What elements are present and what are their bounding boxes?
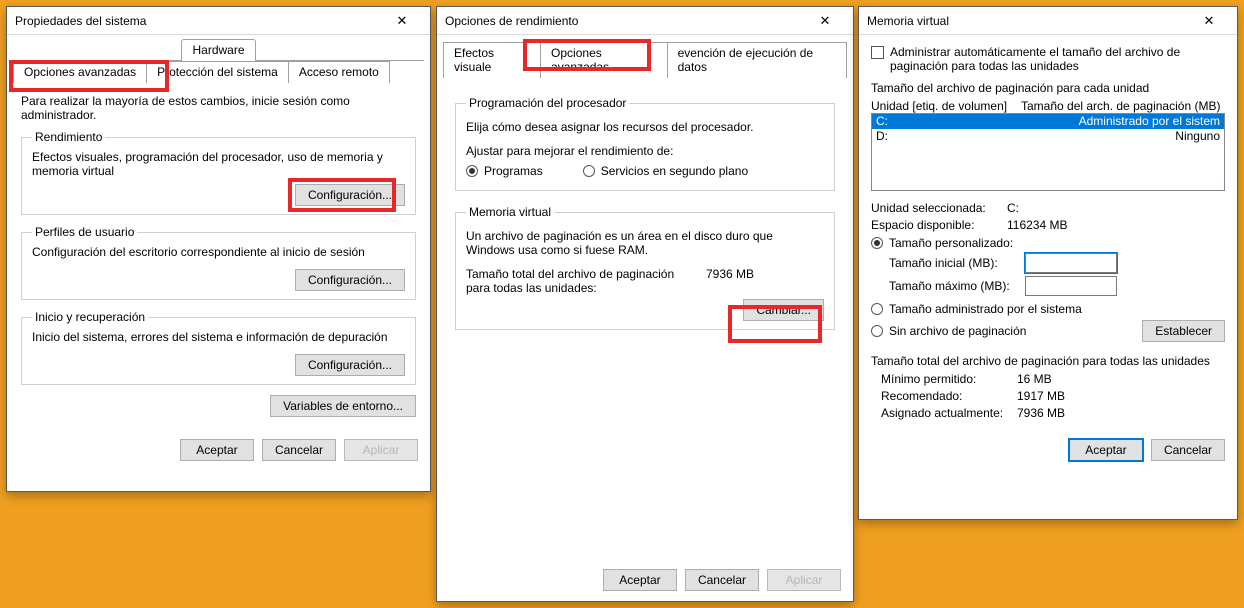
vmem-total-label: Tamaño total del archivo de paginación p…: [466, 267, 686, 295]
vmem-desc: Un archivo de paginación es un área en e…: [466, 229, 786, 257]
apply-button[interactable]: Aplicar: [767, 569, 841, 591]
titlebar-perfopt: Opciones de rendimiento ✕: [437, 7, 853, 35]
perf-config-button[interactable]: Configuración...: [295, 184, 405, 206]
legend-profiles: Perfiles de usuario: [32, 225, 137, 239]
admin-note: Para realizar la mayoría de estos cambio…: [21, 94, 416, 122]
title-text: Memoria virtual: [867, 14, 949, 28]
ok-button[interactable]: Aceptar: [603, 569, 677, 591]
max-size-input[interactable]: [1025, 276, 1117, 296]
radio-nopage-label: Sin archivo de paginación: [889, 324, 1026, 338]
radio-programs-label: Programas: [484, 164, 543, 178]
radio-services-label: Servicios en segundo plano: [601, 164, 748, 178]
max-size-label: Tamaño máximo (MB):: [889, 279, 1017, 293]
vmem-total-value: 7936 MB: [706, 267, 754, 295]
ok-button[interactable]: Aceptar: [1069, 439, 1143, 461]
tab-protection[interactable]: Protección del sistema: [147, 61, 289, 83]
radio-custom-size[interactable]: Tamaño personalizado:: [871, 236, 1225, 250]
title-text: Opciones de rendimiento: [445, 14, 578, 28]
radio-dot-icon: [871, 325, 883, 337]
close-icon[interactable]: ✕: [805, 9, 845, 33]
proc-adjust: Ajustar para mejorar el rendimiento de:: [466, 144, 824, 158]
rec-value: 1917 MB: [1017, 389, 1065, 403]
radio-dot-icon: [466, 165, 478, 177]
free-space-label: Espacio disponible:: [871, 218, 1007, 232]
close-icon[interactable]: ✕: [1189, 9, 1229, 33]
radio-system-managed[interactable]: Tamaño administrado por el sistema: [871, 302, 1225, 316]
list-item[interactable]: C: Administrado por el sistem: [872, 114, 1224, 129]
ok-button[interactable]: Aceptar: [180, 439, 254, 461]
cancel-button[interactable]: Cancelar: [1151, 439, 1225, 461]
list-item[interactable]: D: Ninguno: [872, 129, 1224, 144]
group-processor-scheduling: Programación del procesador Elija cómo d…: [455, 96, 835, 191]
totals-header: Tamaño total del archivo de paginación p…: [871, 354, 1225, 368]
checkbox-auto-manage[interactable]: Administrar automáticamente el tamaño de…: [871, 45, 1210, 73]
cur-value: 7936 MB: [1017, 406, 1065, 420]
free-space-value: 116234 MB: [1007, 218, 1068, 232]
lv-col-size: Tamaño del arch. de paginación (MB): [1021, 99, 1225, 113]
radio-sysmanaged-label: Tamaño administrado por el sistema: [889, 302, 1082, 316]
group-recovery: Inicio y recuperación Inicio del sistema…: [21, 310, 416, 385]
perf-desc: Efectos visuales, programación del proce…: [32, 150, 405, 178]
cur-label: Asignado actualmente:: [881, 406, 1017, 420]
apply-button[interactable]: Aplicar: [344, 439, 418, 461]
tab-advanced[interactable]: Opciones avanzadas: [13, 61, 147, 83]
group-virtual-memory: Memoria virtual Un archivo de paginación…: [455, 205, 835, 330]
list-drive: D:: [876, 129, 1026, 144]
list-size: Administrado por el sistem: [1026, 114, 1220, 129]
radio-no-paging[interactable]: Sin archivo de paginación: [871, 324, 1142, 338]
tab-visual-effects[interactable]: Efectos visuale: [443, 42, 540, 78]
titlebar-vmdlg: Memoria virtual ✕: [859, 7, 1237, 35]
change-button[interactable]: Cambiar...: [743, 299, 824, 321]
cancel-button[interactable]: Cancelar: [685, 569, 759, 591]
radio-programs[interactable]: Programas: [466, 164, 543, 178]
tab-advanced[interactable]: Opciones avanzadas: [540, 42, 668, 78]
tab-remote[interactable]: Acceso remoto: [289, 61, 390, 83]
window-performance-options: Opciones de rendimiento ✕ Efectos visual…: [436, 6, 854, 602]
profiles-config-button[interactable]: Configuración...: [295, 269, 405, 291]
auto-manage-label: Administrar automáticamente el tamaño de…: [890, 45, 1210, 73]
window-system-properties: Propiedades del sistema ✕ x Hardware x O…: [6, 6, 431, 492]
selected-drive-value: C:: [1007, 201, 1019, 215]
group-profiles: Perfiles de usuario Configuración del es…: [21, 225, 416, 300]
group-performance: Rendimiento Efectos visuales, programaci…: [21, 130, 416, 215]
close-icon[interactable]: ✕: [382, 9, 422, 33]
min-label: Mínimo permitido:: [881, 372, 1017, 386]
legend-performance: Rendimiento: [32, 130, 105, 144]
window-virtual-memory: Memoria virtual ✕ Administrar automática…: [858, 6, 1238, 520]
rec-label: Recomendado:: [881, 389, 1017, 403]
set-button[interactable]: Establecer: [1142, 320, 1225, 342]
tab-hardware[interactable]: Hardware: [181, 39, 255, 61]
recovery-config-button[interactable]: Configuración...: [295, 354, 405, 376]
radio-dot-icon: [583, 165, 595, 177]
list-drive: C:: [876, 114, 1026, 129]
radio-dot-icon: [871, 237, 883, 249]
env-vars-button[interactable]: Variables de entorno...: [270, 395, 416, 417]
radio-background-services[interactable]: Servicios en segundo plano: [583, 164, 748, 178]
initial-size-input[interactable]: [1025, 253, 1117, 273]
cancel-button[interactable]: Cancelar: [262, 439, 336, 461]
proc-desc: Elija cómo desea asignar los recursos de…: [466, 120, 824, 134]
drive-listview[interactable]: C: Administrado por el sistem D: Ninguno: [871, 113, 1225, 191]
profiles-desc: Configuración del escritorio correspondi…: [32, 245, 405, 259]
tab-dep[interactable]: evención de ejecución de datos: [668, 42, 847, 78]
radio-dot-icon: [871, 303, 883, 315]
legend-proc: Programación del procesador: [466, 96, 629, 110]
recovery-desc: Inicio del sistema, errores del sistema …: [32, 330, 405, 344]
radio-custom-label: Tamaño personalizado:: [889, 236, 1013, 250]
lv-col-drive: Unidad [etiq. de volumen]: [871, 99, 1021, 113]
list-size: Ninguno: [1026, 129, 1220, 144]
checkbox-icon: [871, 46, 884, 59]
min-value: 16 MB: [1017, 372, 1052, 386]
selected-drive-label: Unidad seleccionada:: [871, 201, 1007, 215]
title-text: Propiedades del sistema: [15, 14, 146, 28]
legend-recovery: Inicio y recuperación: [32, 310, 148, 324]
legend-vmem: Memoria virtual: [466, 205, 554, 219]
pagefile-each-drive-label: Tamaño del archivo de paginación para ca…: [871, 81, 1225, 95]
initial-size-label: Tamaño inicial (MB):: [889, 256, 1017, 270]
titlebar-sysprops: Propiedades del sistema ✕: [7, 7, 430, 35]
